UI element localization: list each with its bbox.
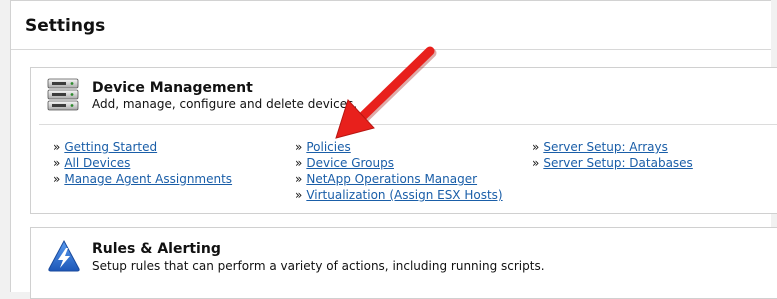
bullet-icon: » xyxy=(532,156,540,170)
server-setup-databases-link[interactable]: Server Setup: Databases xyxy=(543,156,692,170)
list-item: » Device Groups xyxy=(295,155,503,171)
list-item: » Server Setup: Databases xyxy=(532,155,693,171)
list-item: » All Devices xyxy=(53,155,232,171)
list-item: » Manage Agent Assignments xyxy=(53,171,232,187)
card-divider xyxy=(39,124,777,125)
settings-panel: Settings Device Management Add, manage, … xyxy=(10,0,777,299)
bullet-icon: » xyxy=(53,156,61,170)
list-item: » Policies xyxy=(295,139,503,155)
rules-alerting-title: Rules & Alerting xyxy=(92,241,221,257)
bullet-icon: » xyxy=(532,140,540,154)
list-item: » Getting Started xyxy=(53,139,232,155)
netapp-operations-manager-link[interactable]: NetApp Operations Manager xyxy=(306,172,477,186)
device-groups-link[interactable]: Device Groups xyxy=(306,156,394,170)
all-devices-link[interactable]: All Devices xyxy=(64,156,130,170)
links-column-2: » Policies » Device Groups » NetApp Operati… xyxy=(295,139,503,203)
list-item: » Virtualization (Assign ESX Hosts) xyxy=(295,187,503,203)
device-management-title: Device Management xyxy=(92,80,253,96)
getting-started-link[interactable]: Getting Started xyxy=(64,140,157,154)
manage-agent-assignments-link[interactable]: Manage Agent Assignments xyxy=(64,172,232,186)
bullet-icon: » xyxy=(53,140,61,154)
links-column-3: » Server Setup: Arrays » Server Setup: Dat… xyxy=(532,139,693,171)
bullet-icon: » xyxy=(295,156,303,170)
server-rack-icon xyxy=(47,78,79,116)
bullet-icon: » xyxy=(53,172,61,186)
bullet-icon: » xyxy=(295,188,303,202)
virtualization-link[interactable]: Virtualization (Assign ESX Hosts) xyxy=(306,188,502,202)
policies-link[interactable]: Policies xyxy=(306,140,350,154)
bullet-icon: » xyxy=(295,140,303,154)
server-setup-arrays-link[interactable]: Server Setup: Arrays xyxy=(543,140,668,154)
rules-alerting-description: Setup rules that can perform a variety o… xyxy=(92,259,545,273)
device-management-description: Add, manage, configure and delete device… xyxy=(92,97,358,111)
list-item: » NetApp Operations Manager xyxy=(295,171,503,187)
device-management-card: Device Management Add, manage, configure… xyxy=(30,67,777,214)
page-title: Settings xyxy=(25,16,106,36)
title-divider xyxy=(11,49,771,50)
list-item: » Server Setup: Arrays xyxy=(532,139,693,155)
rules-alerting-card: Rules & Alerting Setup rules that can pe… xyxy=(30,227,777,299)
links-column-1: » Getting Started » All Devices » Manage Ag… xyxy=(53,139,232,187)
lightning-triangle-icon xyxy=(47,239,81,277)
bullet-icon: » xyxy=(295,172,303,186)
